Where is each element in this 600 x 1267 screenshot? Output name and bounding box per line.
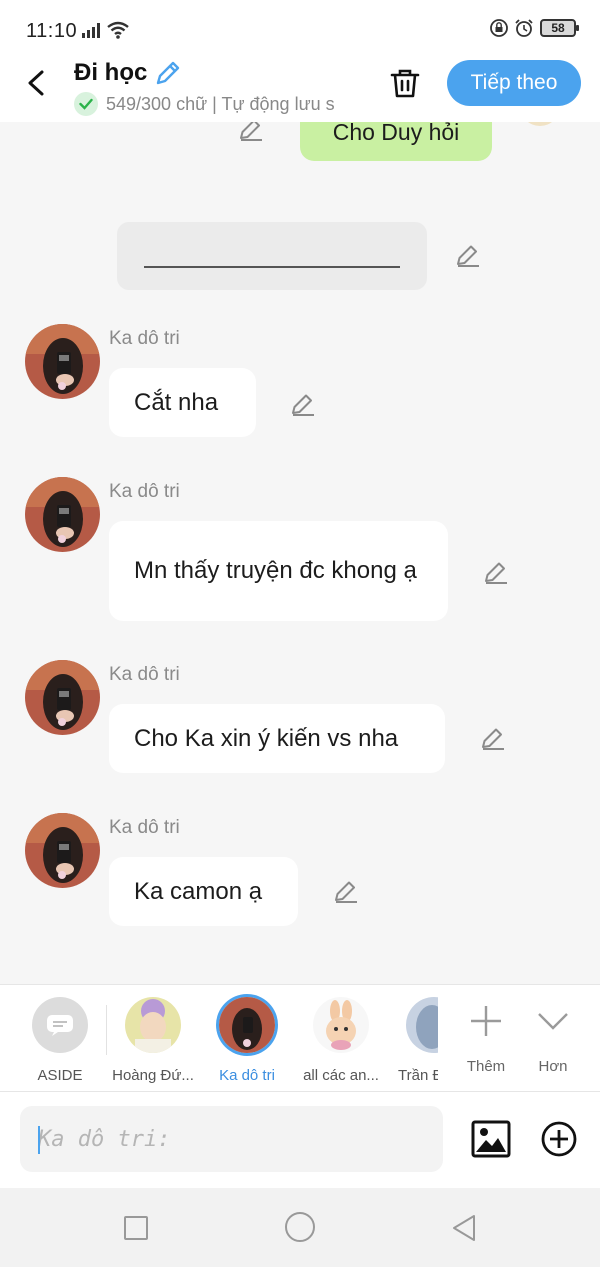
- story-title: Đi học: [74, 59, 148, 86]
- recent-apps-button[interactable]: [124, 1216, 148, 1240]
- back-arrow-icon[interactable]: [22, 66, 54, 100]
- divider: [106, 1005, 107, 1055]
- avatar[interactable]: [25, 324, 100, 399]
- screen: 11:10 58 Đi học 549/300 chữ | Tự động lư…: [0, 0, 600, 1267]
- character-name: ASIDE: [37, 1067, 83, 1084]
- system-nav-bar: [0, 1188, 600, 1267]
- right-message-bubble[interactable]: Cho Duy hỏi: [300, 122, 492, 161]
- image-icon[interactable]: [471, 1120, 511, 1158]
- avatar: [313, 997, 369, 1053]
- saved-check-icon: [74, 92, 98, 116]
- message-bubble[interactable]: Cho Ka xin ý kiến vs nha: [109, 704, 445, 773]
- back-triangle-icon[interactable]: [450, 1212, 478, 1244]
- plus-icon: [471, 1006, 501, 1036]
- trash-icon[interactable]: [388, 66, 422, 100]
- character-name: Ka dô tri: [219, 1067, 275, 1084]
- sender-name: Ka dô tri: [109, 328, 180, 349]
- avatar: [520, 122, 560, 126]
- message-bubble[interactable]: Cắt nha: [109, 368, 256, 437]
- title-group[interactable]: Đi học: [74, 58, 183, 88]
- status-bar: 11:10 58: [0, 0, 600, 58]
- next-button[interactable]: Tiếp theo: [447, 60, 581, 106]
- avatar: [125, 997, 181, 1053]
- edit-pencil-icon[interactable]: [290, 391, 316, 417]
- add-label: Thêm: [466, 1058, 506, 1075]
- sender-name: Ka dô tri: [109, 817, 180, 838]
- wifi-icon: [107, 21, 129, 39]
- character-item[interactable]: Trần Đ: [398, 997, 438, 1084]
- status-right: 58: [490, 18, 579, 38]
- word-count-status: 549/300 chữ | Tự động lưu s: [74, 90, 364, 118]
- word-count-text: 549/300 chữ | Tự động lưu s: [106, 93, 335, 114]
- sender-name: Ka dô tri: [109, 664, 180, 685]
- character-name: Hoàng Đứ...: [112, 1067, 194, 1084]
- edit-pencil-icon[interactable]: [238, 122, 264, 142]
- edit-pencil-icon[interactable]: [455, 242, 481, 268]
- status-time: 11:10: [26, 20, 78, 42]
- sender-name: Ka dô tri: [109, 481, 180, 502]
- lock-icon: [490, 19, 508, 37]
- avatar[interactable]: [25, 477, 100, 552]
- add-character-button[interactable]: Thêm: [456, 997, 516, 1075]
- character-bar: ASIDE Hoàng Đứ... Ka dô tri all các an..…: [0, 984, 600, 1092]
- text-cursor: [38, 1126, 40, 1154]
- add-circle-icon[interactable]: [540, 1120, 578, 1158]
- more-label: Hơn: [538, 1058, 568, 1075]
- chevron-down-icon: [538, 1013, 568, 1030]
- avatar: [406, 997, 438, 1053]
- signal-icon: [82, 23, 100, 38]
- message-bubble[interactable]: Mn thấy truyện đc khong ạ: [109, 521, 448, 621]
- message-input[interactable]: [20, 1106, 443, 1172]
- avatar[interactable]: [25, 813, 100, 888]
- input-bar: [0, 1092, 600, 1188]
- home-button[interactable]: [285, 1212, 315, 1242]
- edit-pencil-icon[interactable]: [480, 725, 506, 751]
- message-bubble[interactable]: Ka camon ạ: [109, 857, 298, 926]
- avatar[interactable]: [25, 660, 100, 735]
- edit-title-pencil-icon[interactable]: [153, 58, 183, 88]
- header: Đi học 549/300 chữ | Tự động lưu s Tiếp …: [0, 58, 600, 122]
- more-characters-button[interactable]: Hơn: [523, 997, 583, 1075]
- character-item[interactable]: Ka dô tri: [212, 997, 282, 1084]
- narration-block[interactable]: [117, 222, 427, 290]
- edit-pencil-icon[interactable]: [483, 559, 509, 585]
- divider-line: [144, 266, 400, 268]
- alarm-icon: [515, 19, 533, 37]
- avatar: [219, 997, 275, 1053]
- battery-indicator: 58: [540, 19, 579, 37]
- character-aside[interactable]: ASIDE: [25, 997, 95, 1084]
- edit-pencil-icon[interactable]: [333, 878, 359, 904]
- character-name: all các an...: [303, 1067, 379, 1084]
- aside-icon: [32, 997, 88, 1053]
- chat-area: Cho Duy hỏi Ka dô tri Cắt nha Ka dô tri …: [0, 122, 600, 984]
- character-item[interactable]: Hoàng Đứ...: [112, 997, 194, 1084]
- character-name: Trần Đ: [398, 1067, 438, 1084]
- character-item[interactable]: all các an...: [303, 997, 379, 1084]
